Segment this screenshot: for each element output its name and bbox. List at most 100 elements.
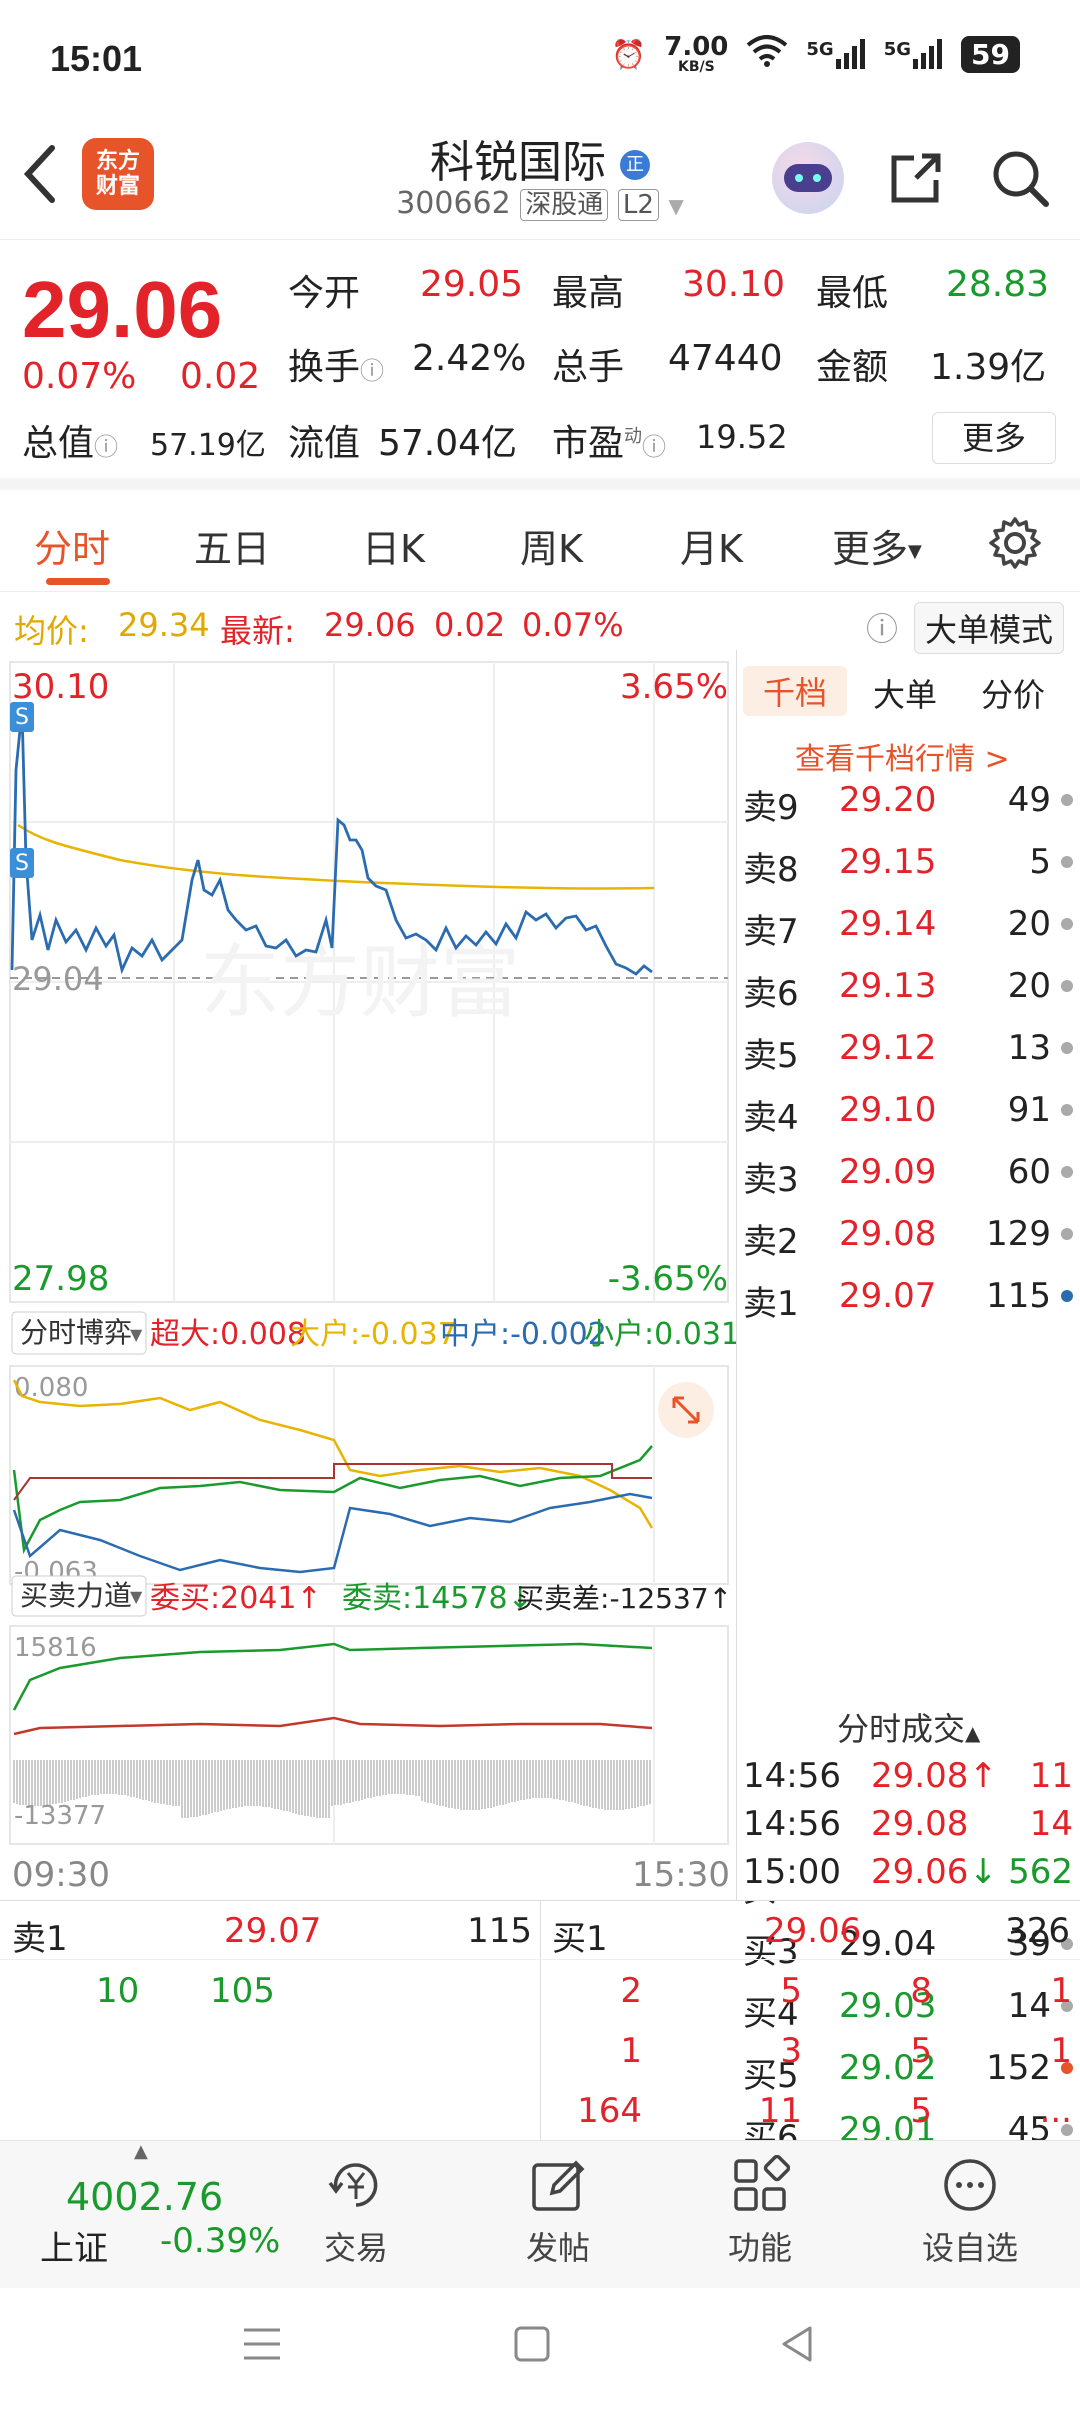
active-tab-indicator	[46, 578, 110, 585]
latest-chg-pct: 0.07%	[522, 606, 624, 644]
search-icon[interactable]	[980, 138, 1060, 218]
ask-row[interactable]: 卖2 29.08 129	[737, 1214, 1080, 1262]
ask-volume: 129	[986, 1214, 1051, 1254]
alarm-icon: ⏰	[611, 37, 647, 71]
tab-five-day[interactable]: 五日	[194, 518, 270, 573]
weimai2-name: 委卖	[342, 1581, 402, 1616]
ask-price: 29.10	[839, 1090, 937, 1130]
net-speed: 7.00 KB/S	[664, 34, 728, 74]
trade-price: 29.08	[871, 1756, 969, 1796]
name-badge: 正	[620, 150, 650, 180]
net-speed-value: 7.00	[664, 32, 729, 62]
tab-price-breakdown[interactable]: 分价	[981, 670, 1045, 716]
index-change[interactable]: -0.39%	[160, 2221, 280, 2261]
ask-row[interactable]: 卖4 29.10 91	[737, 1090, 1080, 1138]
s-marker-label: S	[15, 851, 29, 876]
home-icon[interactable]	[510, 2322, 554, 2370]
ask-row[interactable]: 卖6 29.13 20	[737, 966, 1080, 1014]
ask-dot	[1061, 1228, 1073, 1240]
ask-row[interactable]: 卖7 29.14 20	[737, 904, 1080, 952]
settings-gear-icon[interactable]	[988, 516, 1042, 574]
market-tag: 深股通	[520, 189, 609, 221]
order-book-tabs: 千档 大单 分价	[737, 662, 1080, 722]
ind-small-name: 小户	[584, 1317, 644, 1352]
ask-volume: 91	[1007, 1090, 1051, 1130]
nav-add-watchlist[interactable]: 设自选	[922, 2155, 1018, 2269]
ask-level: 卖1	[743, 1284, 799, 1324]
diff-name: 买卖差	[516, 1582, 600, 1615]
ask-row[interactable]: 卖1 29.07 115	[737, 1276, 1080, 1324]
ask-row[interactable]: 卖8 29.15 5	[737, 842, 1080, 890]
float-label: 流值	[288, 423, 361, 464]
more-dots-icon	[944, 2159, 996, 2211]
tab-intraday[interactable]: 分时	[34, 518, 110, 573]
amount-label: 金额	[816, 347, 889, 388]
open-label: 今开	[288, 273, 361, 314]
change-pct: 0.07%	[22, 356, 137, 397]
ask1-price: 29.07	[224, 1911, 322, 1951]
ask-row[interactable]: 卖3 29.09 60	[737, 1152, 1080, 1200]
tab-daily-k[interactable]: 日K	[362, 518, 425, 573]
latest-value: 29.06	[324, 606, 416, 644]
nav-functions[interactable]: 功能	[728, 2154, 792, 2269]
view-depth-link[interactable]: 查看千档行情 >	[795, 734, 1010, 778]
level-tag: L2	[617, 189, 659, 221]
ask-level: 卖2	[743, 1222, 799, 1262]
chevron-down-icon[interactable]: ▼	[668, 194, 683, 218]
mid-price-label: 29.04	[12, 960, 104, 998]
info-icon[interactable]: ⓘ	[360, 357, 384, 385]
force-bot-label: -13377	[14, 1801, 106, 1831]
queue-panel: 卖1 29.07 115 买1 29.06 326 10 105 2581135…	[0, 1900, 1080, 2141]
index-value[interactable]: 4002.76	[66, 2175, 223, 2219]
nav-trade[interactable]: 交易	[324, 2155, 388, 2269]
bid-queue-item: 5	[910, 2091, 932, 2131]
open-value: 29.05	[420, 264, 524, 305]
top-pct-label: 3.65%	[620, 667, 728, 707]
ask-price: 29.07	[839, 1276, 937, 1316]
ask-row[interactable]: 卖5 29.12 13	[737, 1028, 1080, 1076]
signal-icon: 5G	[806, 39, 865, 69]
bid-queue-item: ...	[1039, 2091, 1072, 2131]
tab-more[interactable]: 更多▼	[832, 518, 922, 573]
share-icon[interactable]	[876, 138, 956, 218]
ask-dot	[1061, 1042, 1073, 1054]
info-icon[interactable]: ⓘ	[94, 433, 118, 461]
pe-label: 市盈动ⓘ	[552, 414, 666, 466]
trade-icon	[328, 2163, 378, 2207]
trade-row: 14:56 29.08 ↑ 11	[737, 1756, 1080, 1804]
status-icons: ⏰ 7.00 KB/S 5G 5G 59	[611, 34, 1020, 74]
ask-row[interactable]: 卖9 29.20 49	[737, 780, 1080, 828]
trade-arrow-icon: ↑	[969, 1756, 998, 1796]
ask-price: 29.14	[839, 904, 937, 944]
amount-value: 1.39亿	[930, 347, 1047, 388]
trade-time: 14:56	[743, 1756, 841, 1796]
tab-weekly-k[interactable]: 周K	[520, 518, 583, 573]
tab-order-depth[interactable]: 千档	[743, 666, 848, 716]
latest-chg: 0.02	[434, 606, 506, 644]
tab-big-orders[interactable]: 大单	[873, 670, 937, 716]
intraday-chart[interactable]: 东方财富 S S 30.10 3.65% 29.04 27.98 -3.65% …	[0, 650, 736, 1900]
top-price-label: 30.10	[12, 667, 109, 707]
ask-volume: 60	[1007, 1152, 1051, 1192]
index-name[interactable]: 上证	[40, 2221, 108, 2270]
menu-icon[interactable]	[240, 2322, 284, 2370]
more-button[interactable]: 更多	[932, 412, 1056, 464]
ask-level: 卖4	[743, 1098, 799, 1138]
bid-queue-item: 2	[620, 1971, 642, 2011]
ask-volume: 5	[1029, 842, 1051, 882]
info-icon[interactable]: ⓘ	[642, 433, 666, 461]
back-nav-icon[interactable]	[776, 2322, 820, 2370]
bid-queue-item: 5	[780, 1971, 802, 2011]
bid-queue-item: 3	[780, 2031, 802, 2071]
trades-title[interactable]: 分时成交▲	[837, 1704, 980, 1750]
tab-monthly-k[interactable]: 月K	[680, 518, 743, 573]
expand-icon[interactable]	[658, 1382, 714, 1438]
turnover-label-text: 换手	[288, 347, 361, 388]
bid-queue-item: 5	[910, 2031, 932, 2071]
grid-icon	[734, 2154, 791, 2211]
help-icon[interactable]: ⓘ	[866, 604, 898, 650]
net-speed-unit: KB/S	[677, 59, 715, 75]
nav-post[interactable]: 发帖	[526, 2155, 590, 2269]
robot-assistant-icon[interactable]	[768, 138, 848, 218]
big-order-mode-button[interactable]: 大单模式	[914, 602, 1065, 654]
